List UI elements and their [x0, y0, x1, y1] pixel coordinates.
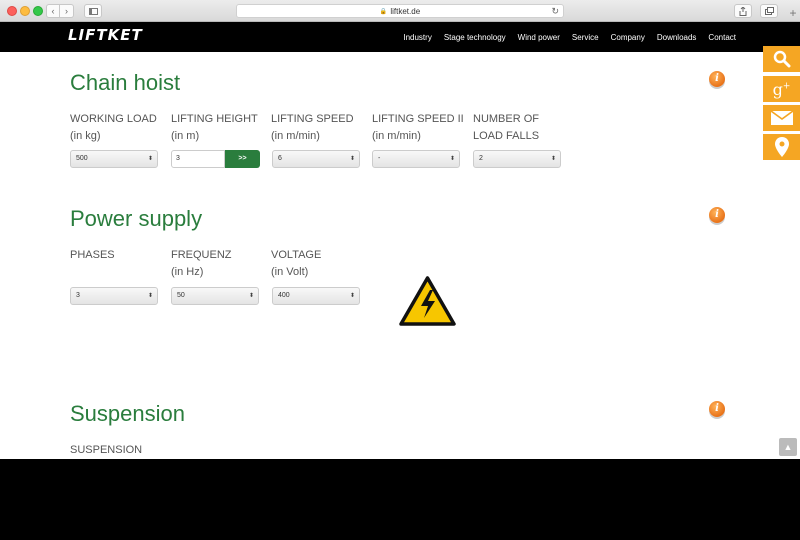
search-button[interactable] [763, 46, 800, 72]
suspension-label: SUSPENSION [70, 444, 143, 456]
show-tabs-button[interactable] [760, 4, 778, 18]
lifting-height-label: LIFTING HEIGHT (in m) [171, 113, 258, 142]
nav-contact[interactable]: Contact [708, 33, 736, 42]
lifting-speed-ii-select[interactable]: - ⬍ [372, 150, 460, 168]
suspension-title: Suspension [70, 401, 185, 426]
power-supply-title: Power supply [70, 206, 203, 231]
email-button[interactable] [763, 105, 800, 131]
browser-toolbar: ‹ › 🔒 liftket.de ↻ + [0, 0, 800, 22]
sidebar-toggle-button[interactable] [84, 4, 102, 18]
logo[interactable]: LIFTKET [68, 26, 143, 44]
working-load-select[interactable]: 500 ⬍ [70, 150, 158, 168]
nav-downloads[interactable]: Downloads [657, 33, 697, 42]
lifting-speed-select[interactable]: 6 ⬍ [272, 150, 360, 168]
chevron-up-icon: ▲ [783, 442, 793, 452]
nav-wind-power[interactable]: Wind power [518, 33, 560, 42]
nav-stage-technology[interactable]: Stage technology [444, 33, 506, 42]
minimize-window-button[interactable] [20, 6, 30, 16]
reload-icon[interactable]: ↻ [551, 6, 559, 17]
chain-hoist-title: Chain hoist [70, 70, 181, 95]
voltage-select[interactable]: 400 ⬍ [272, 287, 360, 305]
chevron-right-icon: › [65, 5, 68, 16]
nav-industry[interactable]: Industry [403, 33, 431, 42]
load-falls-label: NUMBER OF LOAD FALLS [473, 113, 540, 142]
main-content: Chain hoist i WORKING LOAD (in kg) 500 ⬍… [0, 52, 800, 459]
sidebar-icon [88, 7, 98, 15]
share-button[interactable] [734, 4, 752, 18]
address-bar[interactable]: 🔒 liftket.de ↻ [236, 4, 564, 18]
suspension-info-icon[interactable]: i [709, 401, 725, 417]
site-header: LIFTKET Industry Stage technology Wind p… [0, 22, 800, 52]
select-arrow-icon: ⬍ [147, 156, 153, 162]
select-arrow-icon: ⬍ [248, 293, 254, 299]
search-icon [773, 50, 790, 68]
nav-company[interactable]: Company [611, 33, 645, 42]
address-url: liftket.de [390, 6, 421, 16]
scroll-to-top-button[interactable]: ▲ [779, 438, 797, 456]
chevron-left-icon: ‹ [51, 5, 55, 16]
lifting-height-submit-button[interactable]: >> [225, 150, 260, 168]
select-arrow-icon: ⬍ [449, 156, 455, 162]
zoom-window-button[interactable] [33, 6, 43, 16]
select-arrow-icon: ⬍ [349, 293, 355, 299]
working-load-label: WORKING LOAD (in kg) [70, 113, 157, 142]
mail-icon [770, 111, 793, 125]
google-plus-icon: g+ [772, 79, 791, 99]
tabs-icon [764, 7, 774, 15]
select-arrow-icon: ⬍ [147, 293, 153, 299]
new-tab-button[interactable]: + [786, 6, 800, 20]
load-falls-select[interactable]: 2 ⬍ [473, 150, 561, 168]
lifting-speed-label: LIFTING SPEED (in m/min) [271, 113, 354, 142]
map-pin-icon [774, 137, 789, 157]
select-arrow-icon: ⬍ [349, 156, 355, 162]
chain-hoist-info-icon[interactable]: i [709, 71, 725, 87]
main-nav: Industry Stage technology Wind power Ser… [403, 22, 736, 52]
nav-service[interactable]: Service [572, 33, 599, 42]
location-button[interactable] [763, 134, 800, 160]
phases-label: PHASES [70, 249, 115, 261]
google-plus-button[interactable]: g+ [763, 76, 800, 102]
power-supply-info-icon[interactable]: i [709, 207, 725, 223]
frequenz-label: FREQUENZ (in Hz) [171, 249, 232, 278]
high-voltage-warning-icon [399, 276, 456, 326]
back-button[interactable]: ‹ [46, 4, 60, 18]
forward-button[interactable]: › [60, 4, 74, 18]
share-icon [739, 6, 747, 16]
select-arrow-icon: ⬍ [550, 156, 556, 162]
voltage-label: VOLTAGE (in Volt) [271, 249, 322, 278]
lifting-height-input[interactable]: 3 [171, 150, 225, 168]
lock-icon: 🔒 [379, 8, 388, 15]
close-window-button[interactable] [7, 6, 17, 16]
phases-select[interactable]: 3 ⬍ [70, 287, 158, 305]
frequenz-select[interactable]: 50 ⬍ [171, 287, 259, 305]
lifting-speed-ii-label: LIFTING SPEED II (in m/min) [372, 113, 464, 142]
